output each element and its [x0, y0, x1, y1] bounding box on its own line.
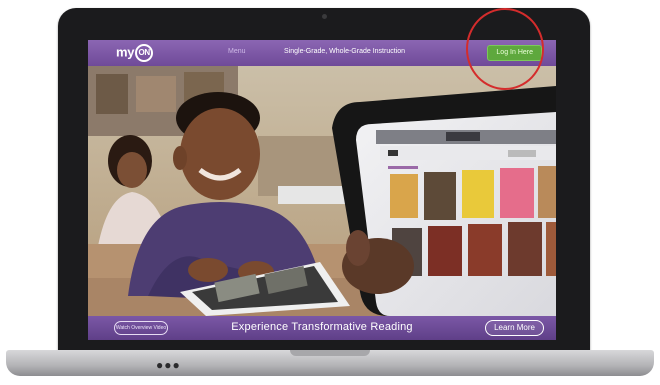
base-notch [290, 350, 370, 356]
header-tagline: Single-Grade, Whole-Grade Instruction [284, 48, 405, 55]
highlight-circle [466, 8, 544, 90]
learn-more-button[interactable]: Learn More [485, 320, 544, 336]
nav-link[interactable]: Menu [228, 48, 246, 55]
logo-text: my [116, 44, 135, 60]
keyboard-dots-icon: ●●● [156, 358, 181, 372]
logo-on-mark: ON [135, 44, 154, 62]
camera-icon [322, 14, 327, 19]
hero-photo [88, 66, 556, 316]
laptop-base: ●●● [6, 350, 654, 376]
bottom-banner: Watch Overview Video Experience Transfor… [88, 316, 556, 340]
myon-logo[interactable]: my ON [116, 44, 154, 62]
